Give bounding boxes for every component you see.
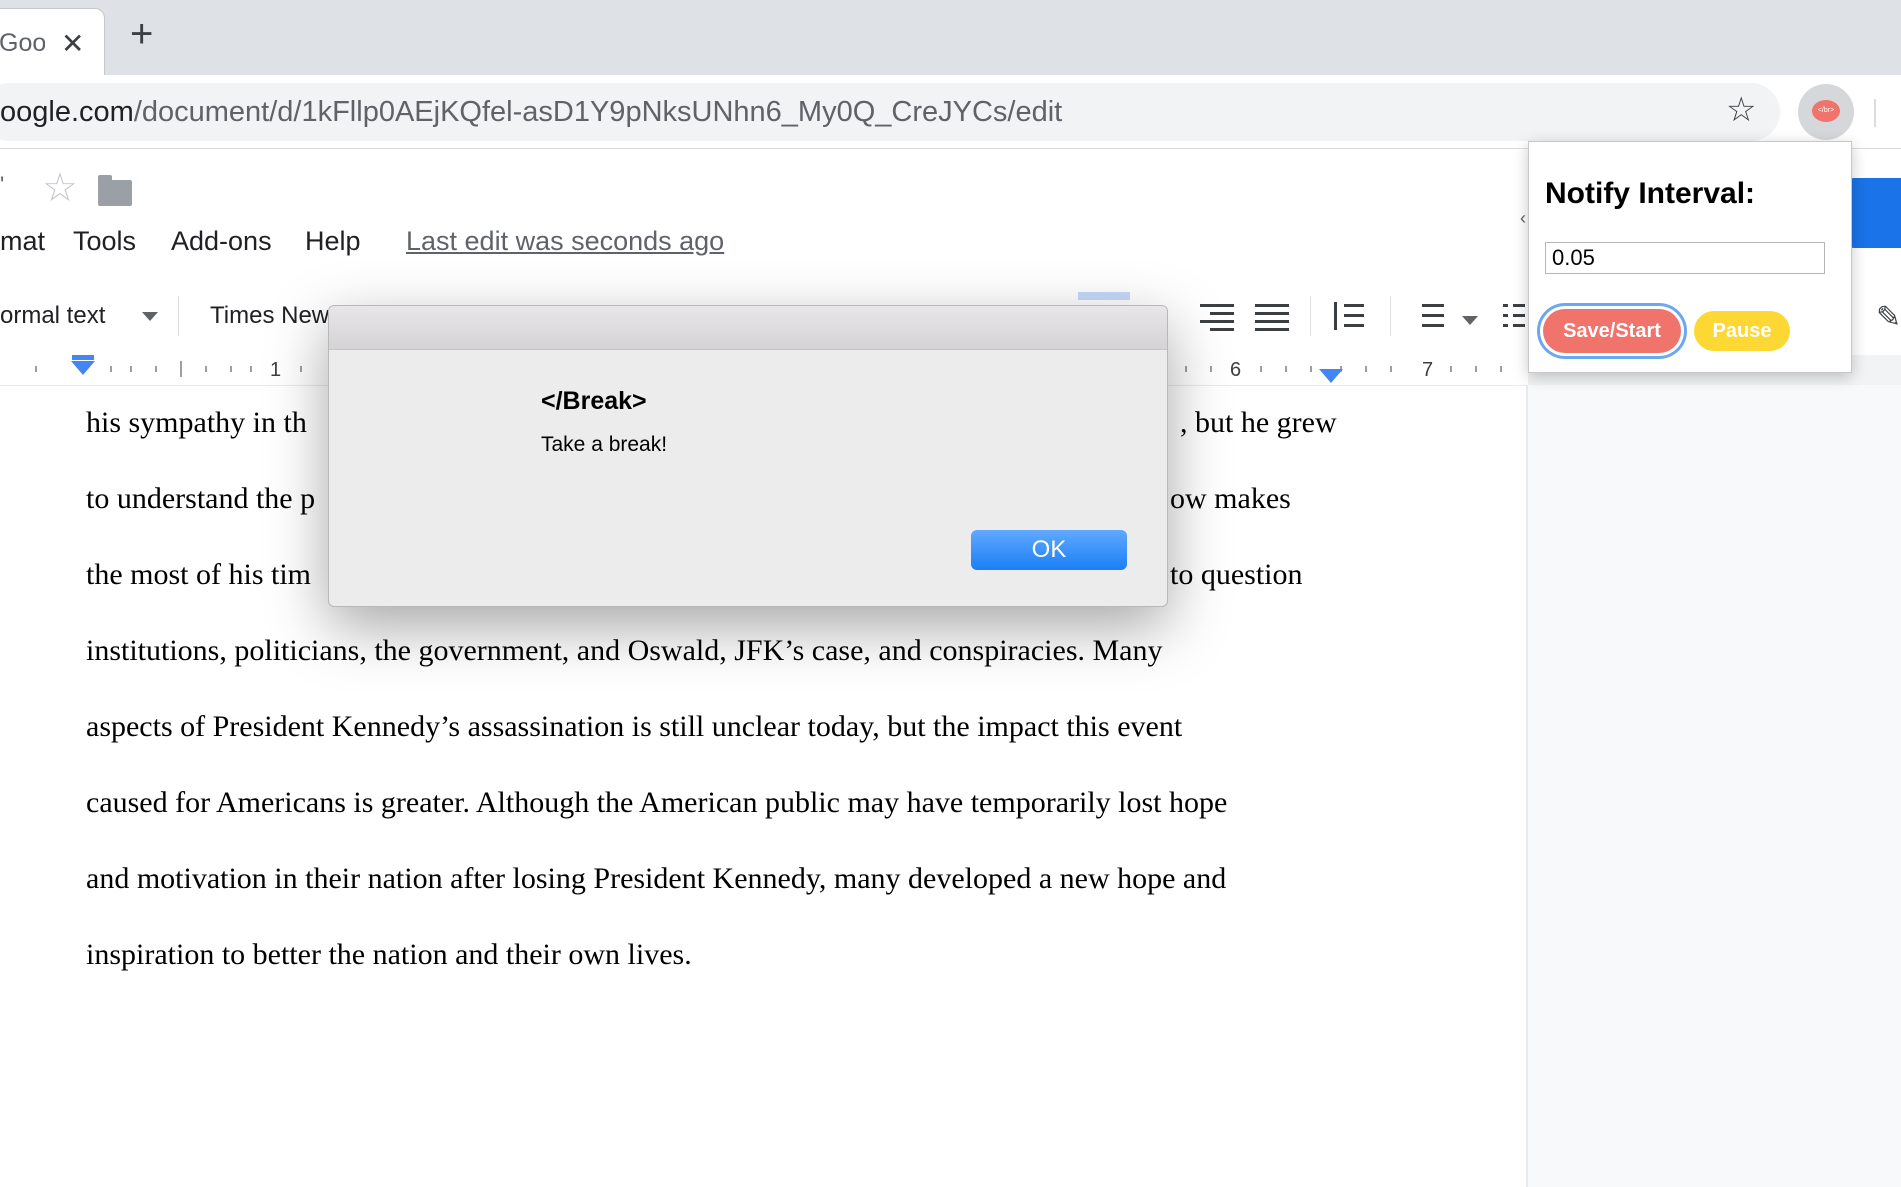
- interval-input[interactable]: [1545, 242, 1825, 274]
- document-line: ow makes: [1170, 482, 1291, 515]
- style-dropdown-icon[interactable]: [142, 312, 158, 321]
- edit-mode-pencil-icon[interactable]: ✎: [1876, 300, 1901, 335]
- ruler-mark: 6: [1230, 359, 1242, 381]
- menu-tools[interactable]: Tools: [73, 226, 136, 257]
- url-path: /document/d/1kFllp0AEjKQfel-asD1Y9pNksUN…: [133, 96, 1063, 128]
- document-line: , but he grew: [1180, 406, 1337, 439]
- toolbar-divider: [1310, 296, 1311, 336]
- toolbar-divider: [178, 296, 179, 336]
- ruler-mark: 1: [270, 359, 282, 381]
- document-line: his sympathy in th: [86, 406, 307, 439]
- right-indent-marker[interactable]: [1319, 369, 1343, 383]
- url-host: oogle.com: [0, 96, 134, 128]
- star-doc-icon[interactable]: ☆: [42, 168, 78, 208]
- toolbar-divider: [1874, 99, 1876, 127]
- browser-tab[interactable]: Goo ✕: [0, 8, 105, 76]
- bookmark-star-icon[interactable]: ☆: [1726, 93, 1756, 127]
- justify-icon[interactable]: [1255, 300, 1289, 331]
- toolbar-divider: [1390, 296, 1391, 336]
- break-extension-icon: </br>: [1812, 100, 1840, 122]
- align-right-icon[interactable]: [1200, 300, 1234, 331]
- document-line: institutions, politicians, the governmen…: [86, 634, 1163, 667]
- document-line: the most of his tim: [86, 558, 311, 591]
- extension-popup: Notify Interval: Save/Start Pause: [1528, 141, 1852, 373]
- notify-interval-heading: Notify Interval:: [1545, 177, 1756, 210]
- ok-button[interactable]: OK: [971, 530, 1127, 570]
- numbered-list-icon[interactable]: [1410, 300, 1444, 330]
- title-caret-icon: ': [0, 172, 5, 197]
- menu-format[interactable]: mat: [0, 226, 45, 257]
- dialog-titlebar[interactable]: [329, 306, 1167, 350]
- bulleted-list-icon[interactable]: [1503, 300, 1525, 330]
- list-dropdown-icon[interactable]: [1462, 316, 1478, 325]
- font-select[interactable]: Times New: [210, 302, 329, 330]
- dialog-message: Take a break!: [541, 433, 668, 456]
- back-arrow-icon: ‹: [1520, 208, 1526, 228]
- dialog-title: </Break>: [541, 387, 647, 415]
- left-indent-marker[interactable]: [71, 361, 95, 375]
- document-line: aspects of President Kennedy’s assassina…: [86, 710, 1183, 743]
- close-tab-icon[interactable]: ✕: [61, 27, 84, 60]
- tab-title: Goo: [0, 29, 45, 57]
- ruler-mark: 7: [1422, 359, 1434, 381]
- alert-dialog: </Break> Take a break! OK: [328, 305, 1168, 607]
- address-bar[interactable]: oogle.com/document/d/1kFllp0AEjKQfel-asD…: [0, 83, 1780, 141]
- paragraph-style-select[interactable]: ormal text: [0, 302, 105, 330]
- document-line: to question: [1170, 558, 1303, 591]
- tab-strip: Goo ✕ +: [0, 0, 1901, 76]
- menu-addons[interactable]: Add-ons: [171, 226, 272, 257]
- side-panel-area: [1526, 385, 1901, 1187]
- document-line: caused for Americans is greater. Althoug…: [86, 786, 1228, 819]
- line-spacing-icon[interactable]: [1330, 300, 1364, 330]
- ruler-tick: [180, 361, 182, 377]
- document-line: and motivation in their nation after los…: [86, 862, 1227, 895]
- align-left-active-highlight: [1078, 292, 1130, 300]
- document-line: to understand the p: [86, 482, 316, 515]
- menu-help[interactable]: Help: [305, 226, 361, 257]
- pause-button[interactable]: Pause: [1694, 311, 1790, 351]
- first-line-indent-marker[interactable]: [72, 355, 94, 360]
- break-extension-button[interactable]: </br>: [1798, 84, 1854, 140]
- browser-toolbar: oogle.com/document/d/1kFllp0AEjKQfel-asD…: [0, 75, 1901, 149]
- share-button[interactable]: [1848, 178, 1901, 248]
- new-tab-button[interactable]: +: [130, 14, 153, 54]
- move-folder-icon[interactable]: [98, 175, 132, 206]
- last-edit-link[interactable]: Last edit was seconds ago: [406, 226, 724, 257]
- document-line: inspiration to better the nation and the…: [86, 938, 692, 971]
- url-text[interactable]: oogle.com/document/d/1kFllp0AEjKQfel-asD…: [0, 96, 1062, 129]
- save-start-button[interactable]: Save/Start: [1543, 309, 1681, 353]
